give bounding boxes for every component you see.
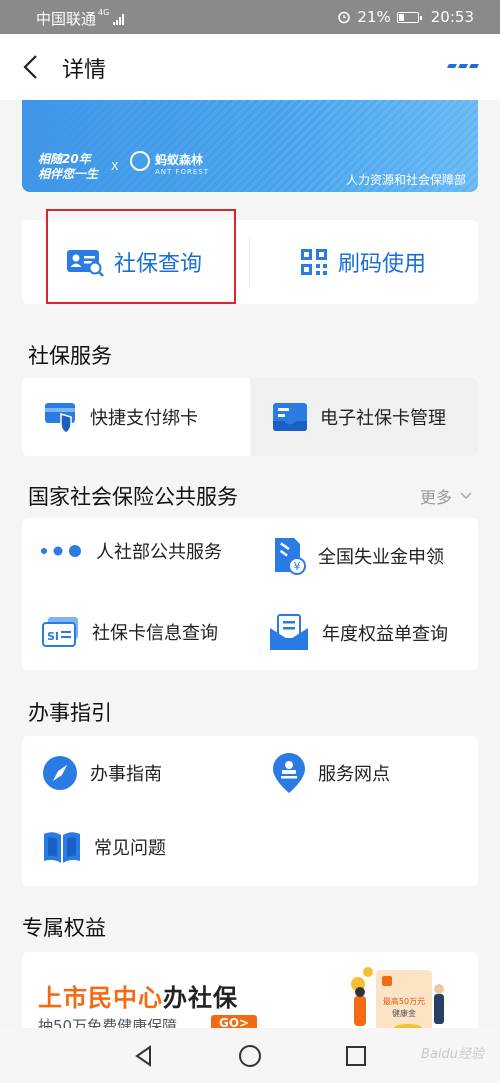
service-item-label: 人社部公共服务	[96, 542, 222, 563]
ant-forest-logo-icon	[130, 151, 150, 171]
qr-code-icon	[301, 249, 327, 275]
section-title-social-security-services: 社保服务	[28, 344, 112, 368]
title-bar: 详情	[0, 34, 500, 100]
unemployment-yuan-icon: ¥	[275, 538, 306, 575]
service-outlet-item[interactable]: 服务网点	[272, 752, 390, 794]
banner-slogan: 相随20年 相伴您一生	[38, 152, 99, 181]
signal-icon	[113, 13, 125, 25]
scan-code-button[interactable]: 刷码使用	[300, 220, 426, 304]
battery-icon	[396, 11, 422, 23]
service-guide-item[interactable]: 办事指南	[42, 755, 162, 791]
svg-text:¥: ¥	[294, 560, 301, 573]
quick-action-label: 刷码使用	[338, 252, 427, 277]
service-item-label: 常见问题	[94, 838, 166, 859]
carrier-label: 中国联通	[36, 10, 97, 28]
social-security-services-card: 快捷支付绑卡 电子社保卡管理	[22, 378, 478, 456]
service-item-label: 电子社保卡管理	[320, 408, 446, 429]
statement-icon	[270, 614, 308, 650]
national-services-card: 人社部公共服务 ¥ 全国失业金申领 SI 社保卡信息查询 年度权益单查询	[22, 518, 478, 670]
highlight-box	[46, 209, 236, 304]
dots-icon	[41, 545, 81, 557]
service-item-label: 办事指南	[90, 764, 162, 785]
divider	[249, 238, 250, 286]
more-options-icon[interactable]	[447, 64, 479, 68]
promo-title: 上市民中心办社保	[38, 984, 238, 1012]
health-fund-illustration-icon: 最高50万元 健康金	[351, 967, 444, 1030]
back-arrow-icon[interactable]	[18, 52, 46, 82]
service-item-label: 快捷支付绑卡	[90, 408, 198, 429]
card-shield-icon	[45, 403, 75, 434]
battery-percent: 21%	[357, 8, 391, 26]
nav-recents-icon[interactable]	[344, 1044, 368, 1068]
section-title-exclusive-benefits: 专属权益	[22, 916, 106, 940]
faq-item[interactable]: 常见问题	[42, 830, 166, 864]
partner-name-en: ANT FOREST	[155, 168, 210, 176]
network-type: 4G	[98, 8, 110, 17]
svg-text:SI: SI	[47, 630, 59, 643]
section-title-national-services: 国家社会保险公共服务	[28, 485, 238, 509]
si-card-info-query-item[interactable]: SI 社保卡信息查询	[42, 616, 218, 648]
chevron-down-icon	[460, 492, 472, 500]
nav-home-icon[interactable]	[238, 1044, 262, 1068]
nav-back-icon[interactable]	[132, 1044, 156, 1068]
service-item-label: 年度权益单查询	[322, 624, 448, 645]
si-card-icon: SI	[42, 617, 78, 647]
status-bar: 中国联通 4G 21% 20:53	[0, 0, 500, 34]
section-title-guide: 办事指引	[28, 701, 112, 725]
service-item-label: 服务网点	[318, 764, 390, 785]
partner-name: 蚂蚁森林	[155, 153, 204, 167]
banner-org: 人力资源和社会保障部	[345, 173, 466, 187]
clock-time: 20:53	[430, 8, 474, 26]
location-pin-icon	[273, 753, 305, 793]
bind-quick-pay-card-item[interactable]: 快捷支付绑卡	[22, 378, 250, 456]
watermark: Baidu经验	[421, 1047, 484, 1062]
service-item-label: 全国失业金申领	[318, 547, 444, 568]
svg-text:最高50万元: 最高50万元	[383, 996, 425, 1006]
more-link[interactable]: 更多	[420, 484, 472, 508]
system-navigation-bar: Baidu经验	[0, 1028, 500, 1083]
annual-statement-query-item[interactable]: 年度权益单查询	[268, 614, 448, 652]
banner-separator: X	[111, 160, 119, 173]
e-social-card-management-item[interactable]: 电子社保卡管理	[250, 378, 478, 456]
guide-card: 办事指南 服务网点 常见问题	[22, 736, 478, 886]
mohrss-public-service-item[interactable]: 人社部公共服务	[40, 538, 222, 564]
svg-text:健康金: 健康金	[392, 1008, 416, 1018]
more-label: 更多	[419, 488, 452, 507]
unemployment-benefit-item[interactable]: ¥ 全国失业金申领	[272, 536, 444, 576]
citizen-center-promo-banner[interactable]: 上市民中心办社保 抽50万免费健康保障 GO> 最高50万元 健康金	[22, 952, 478, 1032]
open-book-icon	[44, 832, 80, 863]
alarm-icon	[338, 11, 351, 24]
service-item-label: 社保卡信息查询	[92, 623, 218, 644]
banner[interactable]: 相随20年 相伴您一生 X 蚂蚁森林 ANT FOREST 人力资源和社会保障部	[22, 100, 478, 192]
e-card-icon	[273, 403, 307, 431]
compass-icon	[43, 756, 77, 790]
page-title: 详情	[62, 58, 107, 83]
